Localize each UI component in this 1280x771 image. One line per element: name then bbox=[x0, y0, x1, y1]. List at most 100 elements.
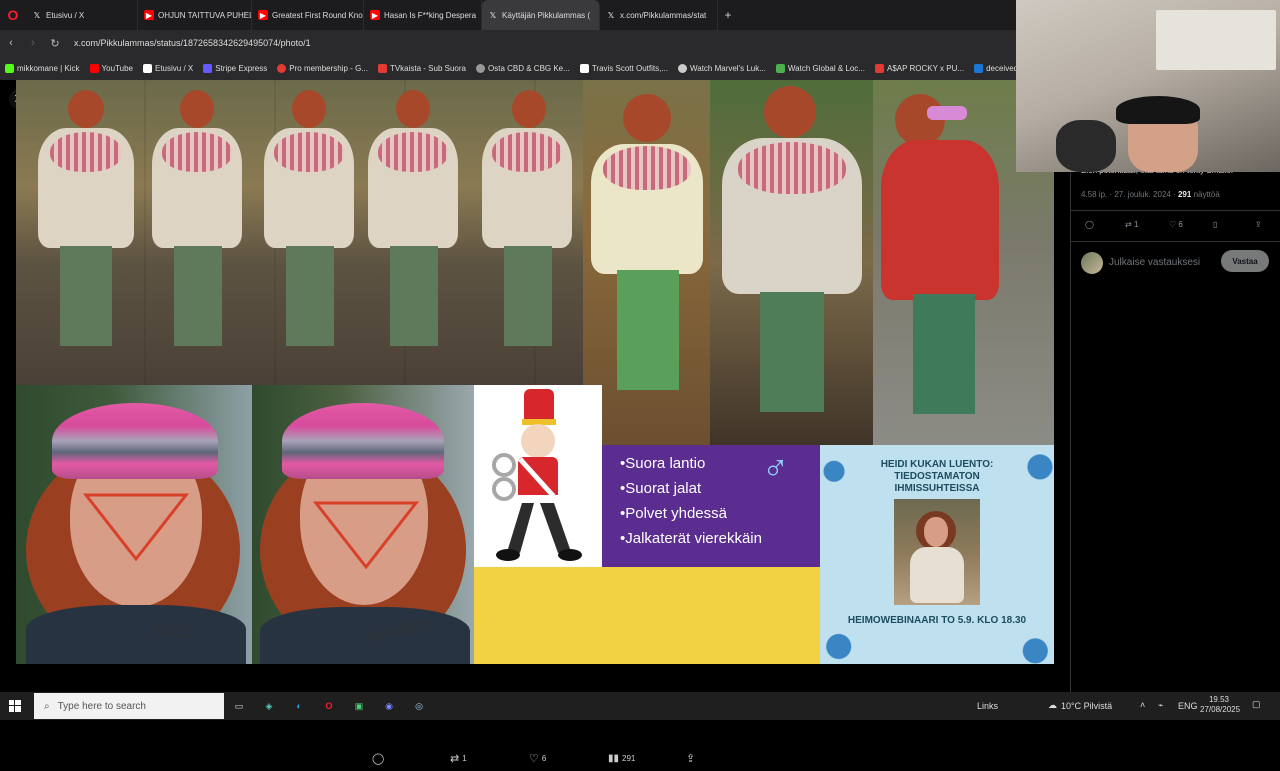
tab-pikkulammas-active[interactable]: 𝕏 Käyttäjän Pikkulammas ( bbox=[482, 0, 600, 30]
like-count: 6 bbox=[541, 753, 547, 763]
webinar-poster: HEIDI KUKAN LUENTO: TIEDOSTAMATON IHMISS… bbox=[820, 445, 1054, 664]
tab-etusivu[interactable]: 𝕏 Etusivu / X bbox=[26, 0, 138, 30]
share-icon[interactable]: ⇪ bbox=[1255, 220, 1262, 229]
tab-youtube-1[interactable]: ▶ OHJUN TAITTUVA PUHELI bbox=[138, 0, 252, 30]
opera-taskbar-icon[interactable]: O bbox=[314, 693, 344, 719]
bookmark-label: TVkaista - Sub Suora bbox=[389, 63, 466, 73]
cloud-icon: ☁ bbox=[1048, 700, 1057, 710]
copilot-icon[interactable]: ◈ bbox=[254, 693, 284, 719]
windows-start-icon[interactable] bbox=[0, 693, 30, 719]
reply-button[interactable]: ◯ bbox=[372, 752, 387, 765]
windows-taskbar: ⌕ Type here to search ▭ ◈ ◐ O ▣ ◉ ◎ Link… bbox=[0, 692, 1280, 720]
search-placeholder: Type here to search bbox=[57, 700, 146, 712]
notification-icon[interactable]: ▢ bbox=[1252, 699, 1261, 710]
location-pin-icon bbox=[277, 63, 287, 73]
chevron-up-icon[interactable]: ˄ bbox=[1140, 700, 1145, 710]
monitor-icon bbox=[775, 63, 785, 73]
walking-figure bbox=[468, 80, 583, 385]
opera-logo-icon[interactable]: O bbox=[0, 0, 26, 30]
edge-icon[interactable]: ◐ bbox=[284, 693, 314, 719]
reload-icon[interactable]: ↻ bbox=[44, 37, 66, 50]
spiral-icon bbox=[677, 63, 687, 73]
bookmark-cbd[interactable]: Osta CBD & CBG Ke... bbox=[471, 63, 575, 73]
bookmark-label: Watch Global & Loc... bbox=[787, 63, 865, 73]
bookmark-etusivu[interactable]: Etusivu / X bbox=[138, 63, 198, 73]
photo-viewer: ✕ bbox=[0, 80, 1070, 765]
like-button-side[interactable]: ♡ 6 bbox=[1169, 220, 1183, 229]
app-icon-green[interactable]: ▣ bbox=[344, 693, 374, 719]
bookmark-label: Etusivu / X bbox=[154, 63, 194, 73]
webinar-photo bbox=[894, 499, 980, 605]
new-tab-button[interactable]: + bbox=[718, 8, 738, 22]
bar-chart-icon: ▮▮ bbox=[608, 752, 620, 764]
bookmark-global[interactable]: Watch Global & Loc... bbox=[771, 63, 870, 73]
browser-tab-strip: O 𝕏 Etusivu / X ▶ OHJUN TAITTUVA PUHELI … bbox=[0, 0, 1016, 30]
tweet-meta: 4.58 ip. · 27. jouluk. 2024 · 291 näyttö… bbox=[1081, 190, 1220, 199]
tab-status[interactable]: 𝕏 x.com/Pikkulammas/stat bbox=[600, 0, 718, 30]
triangle-overlay bbox=[312, 501, 420, 570]
taskbar-search-input[interactable]: ⌕ Type here to search bbox=[34, 693, 224, 719]
bookmark-label: Pro membership - G... bbox=[289, 63, 368, 73]
globe-icon bbox=[476, 63, 485, 73]
bookmark-youtube[interactable]: YouTube bbox=[85, 63, 138, 73]
task-view-icon[interactable]: ▭ bbox=[224, 693, 254, 719]
bookmark-folder-icon bbox=[974, 63, 984, 73]
list-item: •Suora lantio bbox=[620, 455, 706, 472]
list-item: •Jalkaterät vierekkäin bbox=[620, 530, 762, 547]
stripe-icon bbox=[203, 63, 213, 73]
forward-icon[interactable]: › bbox=[22, 37, 44, 49]
tab-label: x.com/Pikkulammas/stat bbox=[620, 10, 707, 20]
walking-figure bbox=[16, 80, 146, 385]
bookmark-tvkaista[interactable]: TVkaista - Sub Suora bbox=[373, 63, 471, 73]
reply-submit-button[interactable]: Vastaa bbox=[1221, 250, 1269, 272]
like-button[interactable]: ♡ 6 bbox=[529, 752, 546, 765]
network-icon[interactable]: ⌁ bbox=[1158, 700, 1163, 711]
webcam-overlay bbox=[1016, 0, 1280, 172]
t-logo-icon bbox=[579, 63, 589, 73]
retweet-button-side[interactable]: ⇄ 1 bbox=[1125, 220, 1138, 229]
bookmark-kick[interactable]: mikkomane | Kick bbox=[0, 63, 85, 73]
heart-icon: ♡ bbox=[1169, 220, 1177, 229]
bookmark-icon[interactable]: ▯ bbox=[1213, 220, 1217, 229]
tab-label: Käyttäjän Pikkulammas ( bbox=[502, 10, 591, 20]
youtube-icon: ▶ bbox=[258, 10, 268, 20]
reply-input[interactable]: Julkaise vastauksesi bbox=[1109, 257, 1200, 268]
tab-youtube-3[interactable]: ▶ Hasan Is F**king Despera bbox=[364, 0, 482, 30]
links-toolbar[interactable]: Links bbox=[977, 701, 998, 711]
bookmark-stripe[interactable]: Stripe Express bbox=[198, 63, 272, 73]
tab-label: Greatest First Round Kno bbox=[272, 10, 363, 20]
list-item: •Suorat jalat bbox=[620, 480, 702, 497]
photo-collage[interactable]: MIES NAINEN •Suora lantio •Suorat jalat … bbox=[16, 80, 1054, 664]
bookmark-asap[interactable]: A$AP ROCKY x PU... bbox=[870, 63, 969, 73]
bookmark-deceived[interactable]: deceived bbox=[969, 63, 1023, 73]
reply-icon[interactable]: ◯ bbox=[1085, 220, 1094, 229]
steam-icon[interactable]: ◎ bbox=[404, 693, 434, 719]
bookmark-marvel[interactable]: Watch Marvel's Luk... bbox=[673, 63, 771, 73]
list-item: •Polvet yhdessä bbox=[620, 505, 727, 522]
bookmark-label: YouTube bbox=[101, 63, 133, 73]
youtube-icon bbox=[89, 63, 99, 73]
walking-photo-back bbox=[583, 80, 710, 445]
clock[interactable]: 19.53 27/08/2025 bbox=[1200, 695, 1241, 715]
tweet-side-panel: Eiön potentiaali, että tämä on tehty Sma… bbox=[1070, 166, 1280, 692]
tab-youtube-2[interactable]: ▶ Greatest First Round Kno bbox=[252, 0, 364, 30]
clock-date: 27/08/2025 bbox=[1200, 705, 1241, 714]
retweet-button[interactable]: ⇄ 1 bbox=[450, 752, 467, 765]
tab-label: Etusivu / X bbox=[46, 10, 85, 20]
share-button[interactable]: ⇪ bbox=[686, 752, 695, 765]
back-icon[interactable]: ‹ bbox=[0, 37, 22, 49]
webinar-footer: HEIMOWEBINAARI TO 5.9. KLO 18.30 bbox=[847, 615, 1027, 626]
face-label-mies: MIES bbox=[154, 623, 194, 640]
bookmark-label: Travis Scott Outfits,... bbox=[591, 63, 668, 73]
face-photo-nainen: NAINEN bbox=[252, 385, 474, 664]
bookmark-pro-membership[interactable]: Pro membership - G... bbox=[272, 63, 373, 73]
language-indicator[interactable]: ENG bbox=[1178, 701, 1198, 711]
url-field[interactable]: x.com/Pikkulammas/status/187265834262949… bbox=[74, 38, 311, 48]
views-button[interactable]: ▮▮ 291 bbox=[608, 753, 635, 764]
bookmark-travis[interactable]: Travis Scott Outfits,... bbox=[575, 63, 673, 73]
walking-sequence-photo bbox=[16, 80, 583, 385]
discord-icon[interactable]: ◉ bbox=[374, 693, 404, 719]
weather-widget[interactable]: ☁ 10°C Pilvistä bbox=[1048, 700, 1112, 711]
bookmark-label: Osta CBD & CBG Ke... bbox=[488, 63, 570, 73]
retweet-icon: ⇄ bbox=[450, 752, 460, 765]
